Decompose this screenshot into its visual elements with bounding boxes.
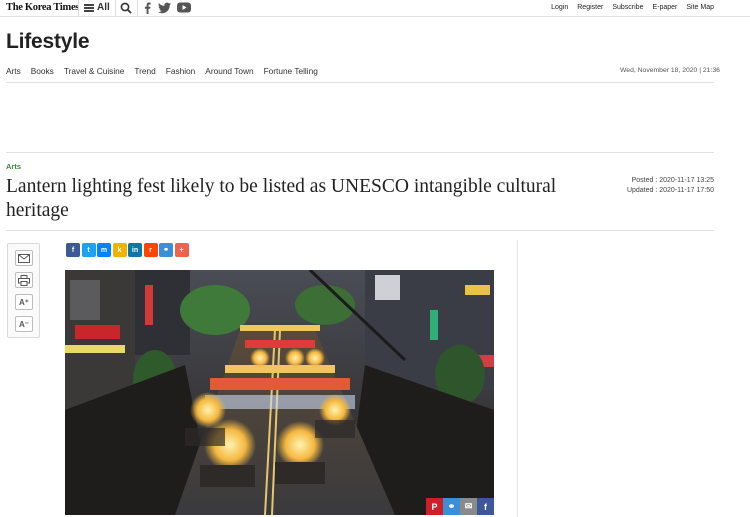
share-kakaostory-button[interactable]: k	[112, 243, 127, 257]
article-tools: A⁺ A⁻	[7, 243, 40, 338]
updated-date: Updated : 2020-11-17 17:50	[626, 187, 714, 194]
column-divider	[517, 240, 518, 517]
divider	[78, 0, 79, 16]
utility-links: Login Register Subscribe E-paper Site Ma…	[551, 4, 714, 11]
share-link-button[interactable]: ⚭	[159, 243, 173, 257]
pinterest-icon[interactable]: P	[426, 498, 443, 515]
divider	[6, 230, 714, 231]
share-buttons: f t m k in r ⚭ +	[66, 243, 189, 257]
subnav-item-books[interactable]: Books	[31, 66, 54, 76]
facebook-icon[interactable]: f	[477, 498, 494, 515]
subnav-item-trend[interactable]: Trend	[134, 66, 155, 76]
youtube-icon[interactable]	[177, 2, 191, 13]
site-map-link[interactable]: Site Map	[686, 4, 714, 11]
search-icon[interactable]	[120, 2, 132, 14]
login-link[interactable]: Login	[551, 4, 568, 11]
subnav-item-travel-cuisine[interactable]: Travel & Cuisine	[64, 66, 125, 76]
font-decrease-icon[interactable]: A⁻	[15, 316, 33, 332]
posted-date: Posted : 2020-11-17 13:25	[631, 177, 714, 184]
lantern-parade-image	[65, 270, 494, 515]
facebook-icon[interactable]	[143, 2, 152, 14]
site-logo[interactable]: The Korea Times	[6, 2, 79, 13]
share-more-button[interactable]: +	[174, 243, 189, 257]
divider	[115, 0, 116, 16]
current-datetime: Wed, November 18, 2020 | 21:36	[620, 67, 720, 74]
photo-share-bar: P ⚭ ✉ f	[426, 498, 494, 515]
link-icon[interactable]: ⚭	[443, 498, 460, 515]
section-subnav: Arts Books Travel & Cuisine Trend Fashio…	[6, 66, 318, 76]
font-increase-icon[interactable]: A⁺	[15, 294, 33, 310]
divider	[6, 152, 714, 153]
divider	[137, 0, 138, 16]
all-menu-label: All	[97, 2, 110, 13]
email-icon[interactable]	[15, 250, 33, 266]
twitter-icon[interactable]	[158, 2, 171, 14]
epaper-link[interactable]: E-paper	[652, 4, 677, 11]
subnav-item-arts[interactable]: Arts	[6, 66, 21, 76]
subnav-item-around-town[interactable]: Around Town	[205, 66, 253, 76]
register-link[interactable]: Register	[577, 4, 603, 11]
share-linkedin-button[interactable]: in	[128, 243, 142, 257]
subscribe-link[interactable]: Subscribe	[612, 4, 643, 11]
subnav-item-fortune-telling[interactable]: Fortune Telling	[264, 66, 318, 76]
divider	[6, 82, 714, 83]
share-messenger-button[interactable]: m	[97, 243, 111, 257]
article-photo[interactable]: P ⚭ ✉ f	[65, 270, 494, 515]
all-menu-button[interactable]: All	[84, 2, 110, 13]
hamburger-icon	[84, 3, 94, 12]
top-bar: The Korea Times All Login Register Subsc…	[0, 0, 750, 17]
print-icon[interactable]	[15, 272, 33, 288]
share-reddit-button[interactable]: r	[143, 243, 158, 257]
article-dates: Posted : 2020-11-17 13:25 Updated : 2020…	[627, 176, 714, 196]
section-title[interactable]: Lifestyle	[6, 30, 90, 54]
share-facebook-button[interactable]: f	[66, 243, 80, 257]
article-headline: Lantern lighting fest likely to be liste…	[6, 176, 557, 221]
subnav-item-fashion[interactable]: Fashion	[166, 66, 196, 76]
email-icon[interactable]: ✉	[460, 498, 477, 515]
article-category[interactable]: Arts	[6, 162, 21, 171]
share-twitter-button[interactable]: t	[81, 243, 96, 257]
